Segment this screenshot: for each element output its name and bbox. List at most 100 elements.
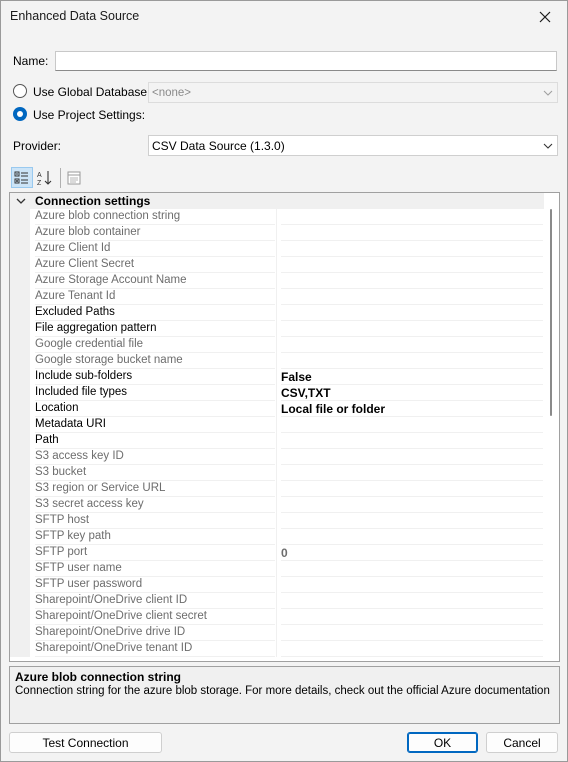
- category-row[interactable]: Connection settings: [10, 193, 545, 209]
- property-row[interactable]: SFTP port 0: [10, 545, 545, 561]
- property-row[interactable]: File aggregation pattern: [10, 321, 545, 337]
- property-row[interactable]: Sharepoint/OneDrive tenant ID: [10, 641, 545, 657]
- property-row[interactable]: S3 bucket: [10, 465, 545, 481]
- row-gutter: [10, 273, 30, 289]
- column-divider: [276, 465, 277, 481]
- categorized-view-button[interactable]: [11, 167, 33, 188]
- property-value[interactable]: [281, 258, 543, 273]
- column-divider: [276, 593, 277, 609]
- property-row[interactable]: Azure Storage Account Name: [10, 273, 545, 289]
- property-row[interactable]: Google storage bucket name: [10, 353, 545, 369]
- property-value[interactable]: [281, 418, 543, 433]
- use-project-settings-label: Use Project Settings:: [33, 108, 146, 122]
- property-row[interactable]: Path: [10, 433, 545, 449]
- row-gutter: [10, 497, 30, 513]
- property-row[interactable]: SFTP user password: [10, 577, 545, 593]
- property-row[interactable]: Azure Client Id: [10, 241, 545, 257]
- property-name: Path: [35, 434, 275, 449]
- property-row[interactable]: S3 access key ID: [10, 449, 545, 465]
- property-value[interactable]: [281, 578, 543, 593]
- property-name: Azure Client Id: [35, 242, 275, 257]
- column-divider: [276, 209, 277, 225]
- cancel-button[interactable]: Cancel: [486, 732, 558, 753]
- property-name: Azure Client Secret: [35, 258, 275, 273]
- chevron-down-icon[interactable]: [15, 195, 27, 207]
- property-value[interactable]: [281, 322, 543, 337]
- property-row[interactable]: Sharepoint/OneDrive client ID: [10, 593, 545, 609]
- property-value[interactable]: Local file or folder: [281, 402, 543, 417]
- property-value[interactable]: [281, 594, 543, 609]
- property-row[interactable]: Sharepoint/OneDrive client secret: [10, 609, 545, 625]
- property-value[interactable]: [281, 354, 543, 369]
- column-divider: [276, 369, 277, 385]
- property-value[interactable]: False: [281, 370, 543, 385]
- property-name: Sharepoint/OneDrive tenant ID: [35, 642, 275, 657]
- property-value[interactable]: [281, 306, 543, 321]
- property-row[interactable]: Sharepoint/OneDrive drive ID: [10, 625, 545, 641]
- vertical-scrollbar[interactable]: [544, 193, 559, 661]
- property-value[interactable]: [281, 290, 543, 305]
- property-row[interactable]: Excluded Paths: [10, 305, 545, 321]
- property-value[interactable]: [281, 274, 543, 289]
- property-value[interactable]: CSV,TXT: [281, 386, 543, 401]
- column-divider: [276, 385, 277, 401]
- row-gutter: [10, 449, 30, 465]
- property-grid[interactable]: Connection settings Azure blob connectio…: [9, 192, 560, 662]
- column-divider: [276, 337, 277, 353]
- property-row[interactable]: Included file types CSV,TXT: [10, 385, 545, 401]
- property-name: Sharepoint/OneDrive client ID: [35, 594, 275, 609]
- column-divider: [276, 529, 277, 545]
- property-value[interactable]: [281, 210, 543, 225]
- global-database-select[interactable]: <none>: [148, 82, 558, 103]
- property-value[interactable]: [281, 530, 543, 545]
- property-row[interactable]: Metadata URI: [10, 417, 545, 433]
- property-row[interactable]: Include sub-folders False: [10, 369, 545, 385]
- property-value[interactable]: [281, 498, 543, 513]
- column-divider: [276, 481, 277, 497]
- column-divider: [276, 497, 277, 513]
- property-row[interactable]: SFTP key path: [10, 529, 545, 545]
- property-value[interactable]: [281, 626, 543, 641]
- property-value[interactable]: [281, 450, 543, 465]
- property-row[interactable]: SFTP host: [10, 513, 545, 529]
- test-connection-button[interactable]: Test Connection: [9, 732, 162, 753]
- property-name: Sharepoint/OneDrive drive ID: [35, 626, 275, 641]
- property-row[interactable]: Azure Tenant Id: [10, 289, 545, 305]
- property-row[interactable]: S3 secret access key: [10, 497, 545, 513]
- provider-select[interactable]: CSV Data Source (1.3.0): [148, 135, 558, 156]
- name-input[interactable]: [55, 51, 557, 71]
- ok-button[interactable]: OK: [407, 732, 478, 753]
- property-value[interactable]: [281, 514, 543, 529]
- property-value[interactable]: [281, 562, 543, 577]
- property-row[interactable]: Azure blob connection string: [10, 209, 545, 225]
- use-project-settings-radio[interactable]: [13, 107, 27, 121]
- use-global-database-radio[interactable]: [13, 84, 27, 98]
- property-row[interactable]: Location Local file or folder: [10, 401, 545, 417]
- alphabetical-sort-icon: A Z: [37, 170, 52, 187]
- row-gutter: [10, 241, 30, 257]
- property-row[interactable]: S3 region or Service URL: [10, 481, 545, 497]
- property-value[interactable]: 0: [281, 546, 543, 561]
- property-value[interactable]: [281, 466, 543, 481]
- property-value[interactable]: [281, 434, 543, 449]
- property-pages-button[interactable]: [63, 167, 85, 188]
- property-row[interactable]: SFTP user name: [10, 561, 545, 577]
- property-value[interactable]: [281, 226, 543, 241]
- property-value[interactable]: [281, 482, 543, 497]
- property-name: Azure blob container: [35, 226, 275, 241]
- property-value[interactable]: [281, 610, 543, 625]
- property-name: Azure blob connection string: [35, 210, 275, 225]
- property-value[interactable]: [281, 642, 543, 657]
- property-value[interactable]: [281, 242, 543, 257]
- property-name: SFTP port: [35, 546, 275, 561]
- property-row[interactable]: Google credential file: [10, 337, 545, 353]
- property-pages-icon: [67, 171, 81, 184]
- close-button[interactable]: [523, 1, 567, 32]
- row-gutter: [10, 337, 30, 353]
- property-row[interactable]: Azure blob container: [10, 225, 545, 241]
- title-bar: Enhanced Data Source: [1, 1, 567, 32]
- property-row[interactable]: Azure Client Secret: [10, 257, 545, 273]
- property-value[interactable]: [281, 338, 543, 353]
- scrollbar-thumb[interactable]: [550, 209, 552, 416]
- alphabetical-view-button[interactable]: A Z: [34, 167, 56, 188]
